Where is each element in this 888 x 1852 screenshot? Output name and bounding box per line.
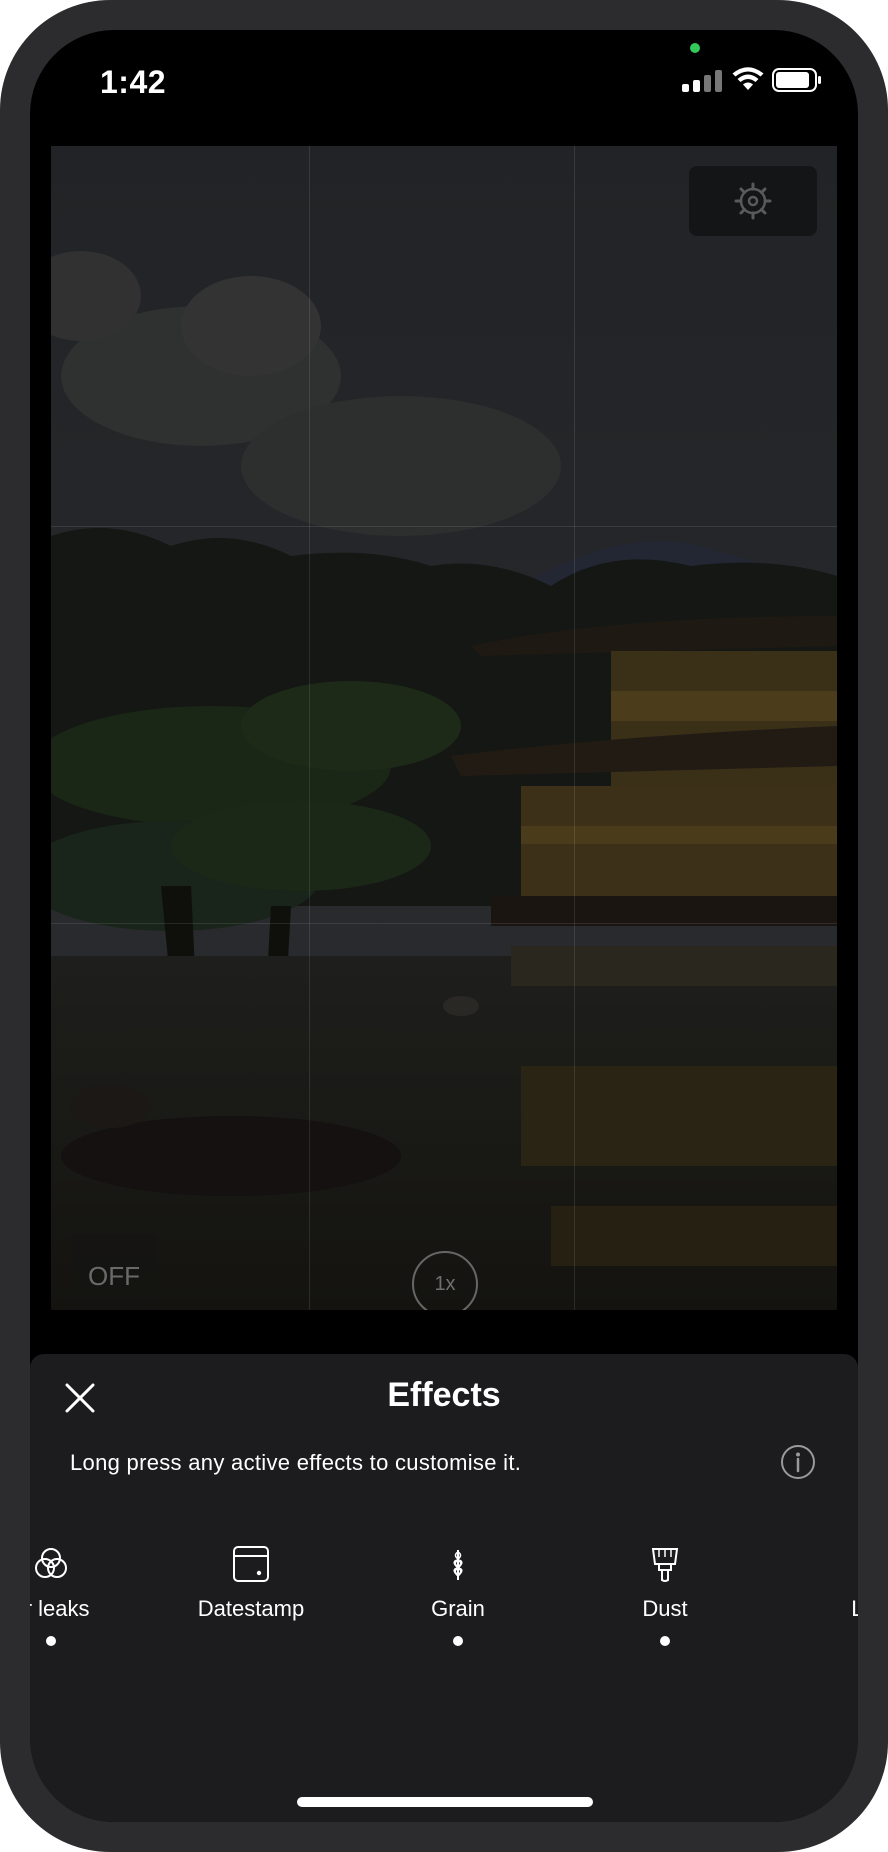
wifi-icon <box>732 67 764 90</box>
home-indicator[interactable] <box>297 1797 593 1807</box>
sheet-title: Effects <box>387 1376 501 1414</box>
viewfinder-preview-image <box>51 146 837 1310</box>
screen: 1:42 OFF 1x Effects Long press any activ… <box>30 30 858 1822</box>
battery-icon <box>772 68 821 92</box>
effect-label: Ligh <box>851 1596 858 1621</box>
effect-active-dot <box>660 1636 670 1646</box>
colour-leaks-icon <box>35 1548 67 1578</box>
grid-line-horizontal-1 <box>51 526 837 527</box>
camera-viewfinder[interactable]: OFF 1x <box>51 146 837 1310</box>
effect-datestamp[interactable]: Datestamp <box>171 1544 331 1622</box>
effect-active-dot <box>453 1636 463 1646</box>
effects-sheet: Effects Long press any active effects to… <box>30 1354 858 1822</box>
flash-toggle-button[interactable]: OFF <box>71 1233 157 1310</box>
effect-label: ur leaks <box>30 1596 90 1621</box>
effect-grain[interactable]: Grain <box>378 1544 538 1646</box>
datestamp-icon <box>233 1546 269 1582</box>
effects-carousel[interactable]: ur leaks Datestamp <box>30 1544 858 1684</box>
dust-icon <box>651 1548 679 1582</box>
camera-in-use-indicator <box>690 43 700 53</box>
grid-line-vertical-2 <box>574 146 575 1310</box>
grid-line-horizontal-2 <box>51 923 837 924</box>
effect-dust[interactable]: Dust <box>585 1544 745 1646</box>
zoom-button[interactable]: 1x <box>412 1251 478 1310</box>
grid-line-vertical-1 <box>309 146 310 1310</box>
effect-label: Dust <box>642 1596 688 1621</box>
effects-hint-text: Long press any active effects to customi… <box>70 1450 522 1475</box>
status-time: 1:42 <box>100 64 167 100</box>
effect-active-dot <box>46 1636 56 1646</box>
info-icon[interactable] <box>780 1444 816 1480</box>
light-icon <box>852 1544 858 1584</box>
camera-settings-button[interactable] <box>689 166 817 236</box>
effect-colour-leaks[interactable]: ur leaks <box>30 1544 131 1646</box>
gear-icon <box>734 182 772 220</box>
effect-label: Datestamp <box>197 1596 305 1621</box>
grain-icon <box>453 1550 463 1580</box>
cellular-signal-icon <box>682 70 726 92</box>
effect-label: Grain <box>431 1596 485 1621</box>
device-frame: 1:42 OFF 1x Effects Long press any activ… <box>0 0 888 1852</box>
effect-light[interactable]: Ligh <box>792 1544 858 1622</box>
